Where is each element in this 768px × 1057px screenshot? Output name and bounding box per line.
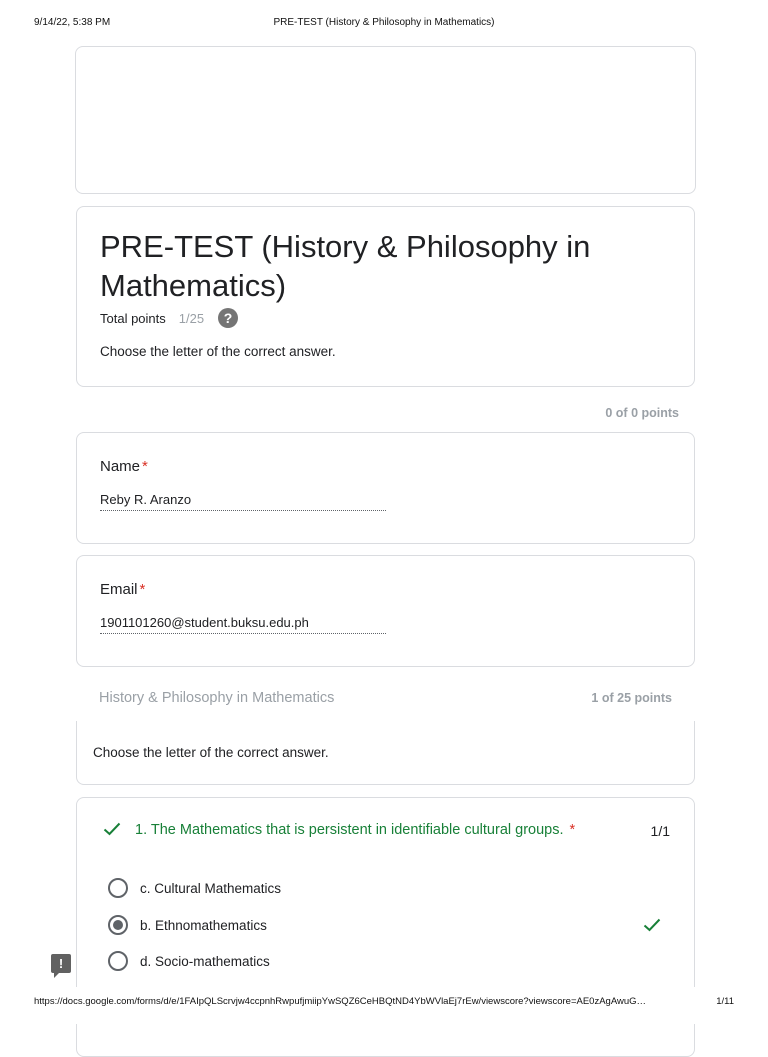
print-footer: https://docs.google.com/forms/d/e/1FAIpQ… [0, 987, 768, 1024]
required-asterisk: * [569, 822, 576, 838]
section-title: History & Philosophy in Mathematics [99, 690, 335, 706]
form-title-card: PRE-TEST (History & Philosophy in Mathem… [76, 206, 695, 387]
option-cultural-mathematics[interactable]: c. Cultural Mathematics [108, 878, 281, 898]
radio-button[interactable] [108, 878, 128, 898]
form-title: PRE-TEST (History & Philosophy in Mathem… [100, 229, 591, 303]
question-text: 1. The Mathematics that is persistent in… [135, 822, 575, 838]
section-description: Choose the letter of the correct answer. [93, 745, 329, 760]
print-page-number: 1/11 [716, 996, 734, 1007]
email-label: Email * [100, 581, 145, 598]
form-header-image [75, 46, 696, 194]
form-description: Choose the letter of the correct answer. [100, 344, 336, 359]
option-label: b. Ethnomathematics [140, 917, 267, 933]
name-label-text: Name [100, 458, 141, 475]
check-icon [103, 822, 121, 836]
respondent-info-points: 0 of 0 points [605, 406, 679, 420]
print-url: https://docs.google.com/forms/d/e/1FAIpQ… [34, 996, 647, 1007]
name-question-card: Name * Reby R. Aranzo [76, 432, 695, 544]
radio-button[interactable] [108, 951, 128, 971]
email-field: 1901101260@student.buksu.edu.ph [100, 615, 386, 634]
name-field: Reby R. Aranzo [100, 492, 386, 511]
required-asterisk: * [142, 458, 148, 475]
section-description-card: Choose the letter of the correct answer. [76, 721, 695, 785]
section-header: History & Philosophy in Mathematics 1 of… [99, 690, 672, 710]
email-label-text: Email [100, 581, 138, 598]
correct-answer-check-icon [643, 918, 661, 932]
question-text-label: 1. The Mathematics that is persistent in… [135, 822, 564, 838]
total-points-value: 1/25 [178, 310, 205, 326]
feedback-icon[interactable]: ! [51, 954, 71, 978]
option-label: d. Socio-mathematics [140, 953, 270, 969]
radio-button-selected[interactable] [108, 915, 128, 935]
help-icon[interactable]: ? [218, 308, 239, 328]
option-socio-mathematics[interactable]: d. Socio-mathematics [108, 951, 270, 971]
total-points-row: Total points 1/25 ? [100, 307, 239, 329]
print-header: 9/14/22, 5:38 PM PRE-TEST (History & Phi… [34, 17, 734, 29]
name-label: Name * [100, 458, 148, 475]
print-title: PRE-TEST (History & Philosophy in Mathem… [273, 17, 495, 28]
option-label: c. Cultural Mathematics [140, 880, 282, 896]
required-asterisk: * [139, 581, 146, 598]
question-score: 1/1 [650, 823, 670, 839]
option-ethnomathematics[interactable]: b. Ethnomathematics [108, 915, 267, 935]
section-points: 1 of 25 points [591, 691, 672, 705]
total-points-label: Total points [100, 310, 166, 326]
email-question-card: Email * 1901101260@student.buksu.edu.ph [76, 555, 695, 667]
